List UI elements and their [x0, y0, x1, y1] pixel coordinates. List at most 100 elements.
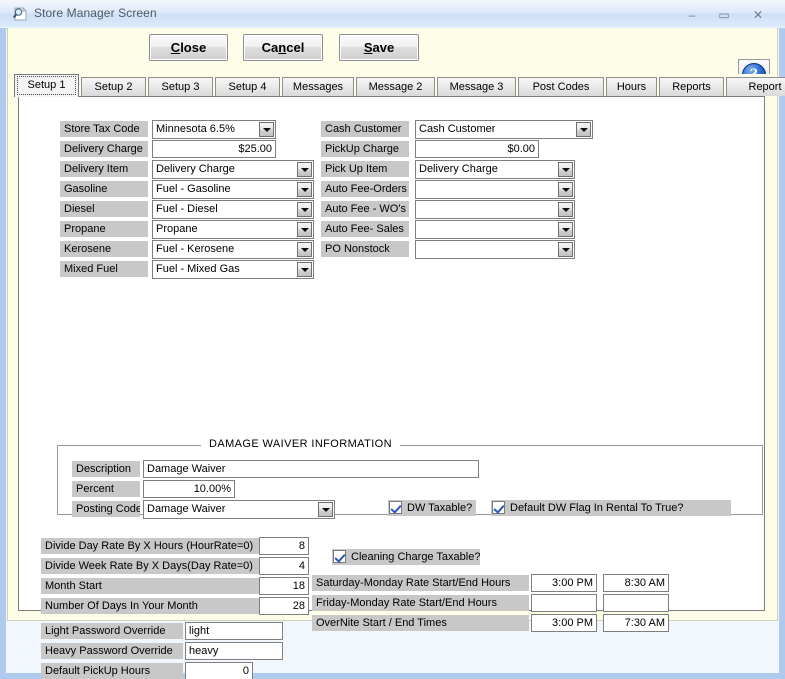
po-nonstock-combo[interactable]: [415, 240, 575, 259]
divide-week-rate-by-x-days-day-rate-0-field[interactable]: 4: [259, 557, 309, 575]
heavy-password-override-field[interactable]: heavy: [185, 642, 283, 660]
checkbox-icon: [492, 501, 505, 514]
chevron-down-icon[interactable]: [297, 262, 312, 277]
chevron-down-icon[interactable]: [558, 222, 573, 237]
tab-strip: Setup 1 Setup 2 Setup 3 Setup 4 Messages Mess…: [7, 74, 785, 97]
month-start-label: Month Start: [41, 578, 259, 594]
dw-taxable-checkbox[interactable]: DW Taxable?: [388, 500, 476, 516]
description-label: Description: [72, 461, 140, 477]
chevron-down-icon[interactable]: [558, 242, 573, 257]
description-field[interactable]: Damage Waiver: [143, 460, 479, 478]
friday-monday-rate-start-end-hours-start-field[interactable]: [531, 594, 597, 612]
mixed-fuel-combo[interactable]: Fuel - Mixed Gas: [152, 260, 314, 279]
posting-code-label: Posting Code: [72, 501, 140, 517]
default-pickup-hours-label: Default PickUp Hours: [41, 663, 183, 679]
delivery-charge-field[interactable]: $25.00: [152, 140, 276, 158]
cash-customer-combo[interactable]: Cash Customer: [415, 120, 593, 139]
chevron-down-icon[interactable]: [297, 182, 312, 197]
percent-field[interactable]: 10.00%: [143, 480, 235, 498]
posting-code-combo[interactable]: Damage Waiver: [143, 500, 335, 519]
save-button[interactable]: Save: [339, 34, 419, 61]
saturday-monday-rate-start-end-hours-end-field[interactable]: 8:30 AM: [603, 574, 669, 592]
cleaning-charge-taxable-checkbox[interactable]: Cleaning Charge Taxable?: [332, 549, 480, 565]
chevron-down-icon[interactable]: [259, 122, 274, 137]
diesel-combo[interactable]: Fuel - Diesel: [152, 200, 314, 219]
friday-monday-rate-start-end-hours-end-field[interactable]: [603, 594, 669, 612]
pickup-charge-field[interactable]: $0.00: [415, 140, 539, 158]
dw-taxable-label: DW Taxable?: [407, 502, 473, 514]
saturday-monday-rate-start-end-hours-start-field[interactable]: 3:00 PM: [531, 574, 597, 592]
auto-fee-sales-combo[interactable]: [415, 220, 575, 239]
default-dw-checkbox[interactable]: Default DW Flag In Rental To True?: [491, 500, 731, 516]
mixed-fuel-combo-value: Fuel - Mixed Gas: [156, 263, 240, 275]
close-button[interactable]: Close: [149, 34, 228, 61]
number-of-days-in-your-month-field[interactable]: 28: [259, 597, 309, 615]
tab-setup-3[interactable]: Setup 3: [148, 77, 213, 96]
tab-report-order-terms[interactable]: Report Order Terms: [726, 77, 785, 96]
chevron-down-icon[interactable]: [558, 182, 573, 197]
delivery-charge-label: Delivery Charge: [60, 141, 148, 157]
gasoline-combo-value: Fuel - Gasoline: [156, 183, 231, 195]
gasoline-combo[interactable]: Fuel - Gasoline: [152, 180, 314, 199]
auto-fee-orders-combo[interactable]: [415, 180, 575, 199]
tab-message-3[interactable]: Message 3: [437, 77, 516, 96]
tab-reports[interactable]: Reports: [659, 77, 724, 96]
gasoline-label: Gasoline: [60, 181, 148, 197]
pick-up-item-label: Pick Up Item: [321, 161, 409, 177]
tab-post-codes[interactable]: Post Codes: [518, 77, 604, 96]
cancel-button[interactable]: Cancel: [243, 34, 323, 61]
overnite-start-end-times-end-field[interactable]: 7:30 AM: [603, 614, 669, 632]
chevron-down-icon[interactable]: [297, 162, 312, 177]
command-bar: Close Cancel Save ?: [7, 28, 778, 90]
chevron-down-icon[interactable]: [558, 202, 573, 217]
default-pickup-hours-field[interactable]: 0: [185, 662, 253, 679]
divide-week-rate-by-x-days-day-rate-0-label: Divide Week Rate By X Days(Day Rate=0): [41, 558, 259, 574]
close-window-button[interactable]: ✕: [745, 8, 771, 22]
checkbox-icon: [333, 550, 346, 563]
light-password-override-field[interactable]: light: [185, 622, 283, 640]
chevron-down-icon[interactable]: [576, 122, 591, 137]
diesel-combo-value: Fuel - Diesel: [156, 203, 218, 215]
propane-combo[interactable]: Propane: [152, 220, 314, 239]
auto-fee-wo-s-combo[interactable]: [415, 200, 575, 219]
tab-message-2[interactable]: Message 2: [356, 77, 435, 96]
chevron-down-icon[interactable]: [297, 202, 312, 217]
divide-day-rate-by-x-hours-hourrate-0-field[interactable]: 8: [259, 537, 309, 555]
tab-setup-4[interactable]: Setup 4: [215, 77, 280, 96]
tab-setup-1[interactable]: Setup 1: [14, 74, 79, 97]
titlebar: Store Manager Screen – ▭ ✕: [0, 0, 785, 29]
chevron-down-icon[interactable]: [318, 502, 333, 517]
kerosene-label: Kerosene: [60, 241, 148, 257]
magnifier-document-icon: [12, 6, 28, 22]
kerosene-combo[interactable]: Fuel - Kerosene: [152, 240, 314, 259]
pick-up-item-combo[interactable]: Delivery Charge: [415, 160, 575, 179]
month-start-field[interactable]: 18: [259, 577, 309, 595]
chevron-down-icon[interactable]: [297, 222, 312, 237]
light-password-override-label: Light Password Override: [41, 623, 183, 639]
chevron-down-icon[interactable]: [558, 162, 573, 177]
chevron-down-icon[interactable]: [297, 242, 312, 257]
propane-label: Propane: [60, 221, 148, 237]
auto-fee-orders-label: Auto Fee-Orders: [321, 181, 409, 197]
setup1-panel: Store Tax Code Minnesota 6.5% Delivery Cha…: [18, 96, 765, 679]
maximize-button[interactable]: ▭: [711, 8, 737, 22]
damage-waiver-caption: DAMAGE WAIVER INFORMATION: [201, 438, 400, 450]
saturday-monday-rate-start-end-hours-label: Saturday-Monday Rate Start/End Hours: [312, 575, 529, 591]
close-rest: lose: [180, 40, 207, 55]
minimize-button[interactable]: –: [679, 8, 705, 22]
tab-messages[interactable]: Messages: [282, 77, 354, 96]
overnite-start-end-times-start-field[interactable]: 3:00 PM: [531, 614, 597, 632]
cleaning-charge-label: Cleaning Charge Taxable?: [351, 551, 481, 563]
delivery-item-combo[interactable]: Delivery Charge: [152, 160, 314, 179]
save-rest: ave: [372, 40, 395, 55]
pick-up-item-combo-value: Delivery Charge: [419, 163, 498, 175]
store-tax-code-label: Store Tax Code: [60, 121, 148, 137]
tab-setup-2[interactable]: Setup 2: [81, 77, 146, 96]
tab-hours[interactable]: Hours: [606, 77, 657, 96]
overnite-start-end-times-label: OverNite Start / End Times: [312, 615, 529, 631]
cash-customer-label: Cash Customer: [321, 121, 409, 137]
cancel-pre: Ca: [261, 40, 279, 55]
tab-focus-outline: Setup 1: [17, 76, 76, 95]
store-tax-code-combo[interactable]: Minnesota 6.5%: [152, 120, 276, 139]
propane-combo-value: Propane: [156, 223, 198, 235]
